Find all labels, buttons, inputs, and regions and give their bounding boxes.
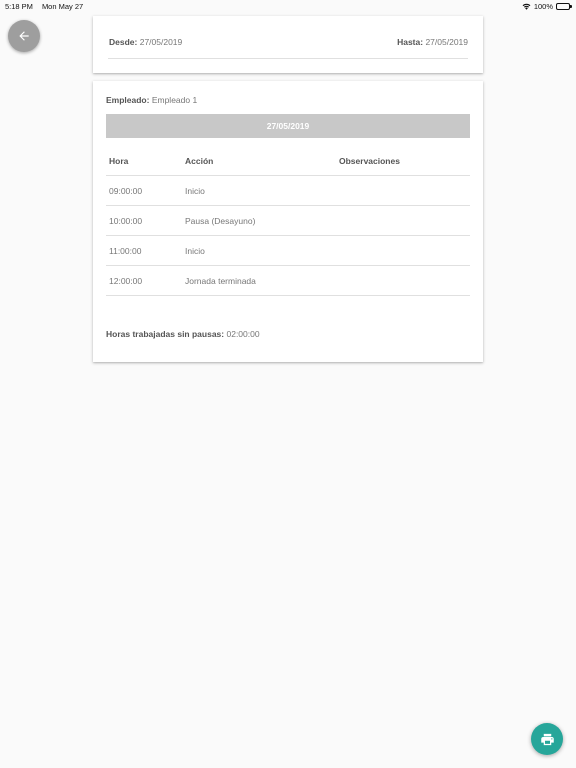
log-table: Hora Acción Observaciones 09:00:00 Inici…: [106, 146, 470, 296]
from-date-value: 27/05/2019: [139, 37, 183, 47]
employee-label: Empleado:: [106, 95, 150, 105]
to-date-value: 27/05/2019: [425, 37, 468, 47]
status-date: Mon May 27: [41, 1, 84, 11]
print-button[interactable]: [531, 723, 563, 755]
status-bar: 5:18 PM Mon May 27 100%: [0, 0, 576, 12]
worked-hours-summary: Horas trabajadas sin pausas: 02:00:00: [106, 329, 260, 339]
table-header: Hora Acción Observaciones: [106, 146, 470, 176]
date-range-row: Desde: 27/05/2019 Hasta: 27/05/2019: [108, 37, 468, 59]
to-date: Hasta: 27/05/2019: [397, 37, 468, 58]
arrow-left-icon: [19, 31, 29, 41]
table-row: 11:00:00 Inicio: [106, 236, 470, 266]
to-date-label: Hasta:: [397, 37, 424, 47]
report-card: Empleado: Empleado 1 27/05/2019 Hora Acc…: [93, 81, 483, 362]
cell-hora: 09:00:00: [109, 185, 143, 196]
cell-accion: Pausa (Desayuno): [185, 215, 256, 226]
cell-hora: 10:00:00: [109, 215, 143, 226]
table-row: 12:00:00 Jornada terminada: [106, 266, 470, 296]
status-time: 5:18 PM: [5, 1, 33, 11]
employee-line: Empleado: Empleado 1: [106, 95, 197, 105]
employee-value: Empleado 1: [151, 95, 198, 105]
cell-hora: 12:00:00: [109, 275, 143, 286]
battery-icon: [556, 2, 572, 10]
date-range-card: Desde: 27/05/2019 Hasta: 27/05/2019: [93, 16, 483, 73]
summary-label: Horas trabajadas sin pausas:: [106, 329, 225, 339]
summary-value: 02:00:00: [226, 329, 260, 339]
from-date-label: Desde:: [109, 37, 138, 47]
day-header: 27/05/2019: [106, 114, 470, 138]
from-date: Desde: 27/05/2019: [109, 37, 182, 58]
table-row: 09:00:00 Inicio: [106, 176, 470, 206]
table-row: 10:00:00 Pausa (Desayuno): [106, 206, 470, 236]
column-header-accion: Acción: [185, 155, 214, 166]
column-header-observaciones: Observaciones: [339, 155, 400, 166]
cell-hora: 11:00:00: [109, 245, 142, 256]
cell-accion: Inicio: [185, 185, 205, 196]
cell-accion: Inicio: [185, 245, 205, 256]
back-button[interactable]: [8, 20, 40, 52]
battery-percent: 100%: [533, 1, 553, 11]
cell-accion: Jornada terminada: [185, 275, 256, 286]
printer-icon: [540, 733, 554, 745]
wifi-icon: [522, 3, 531, 10]
column-header-hora: Hora: [109, 155, 129, 166]
